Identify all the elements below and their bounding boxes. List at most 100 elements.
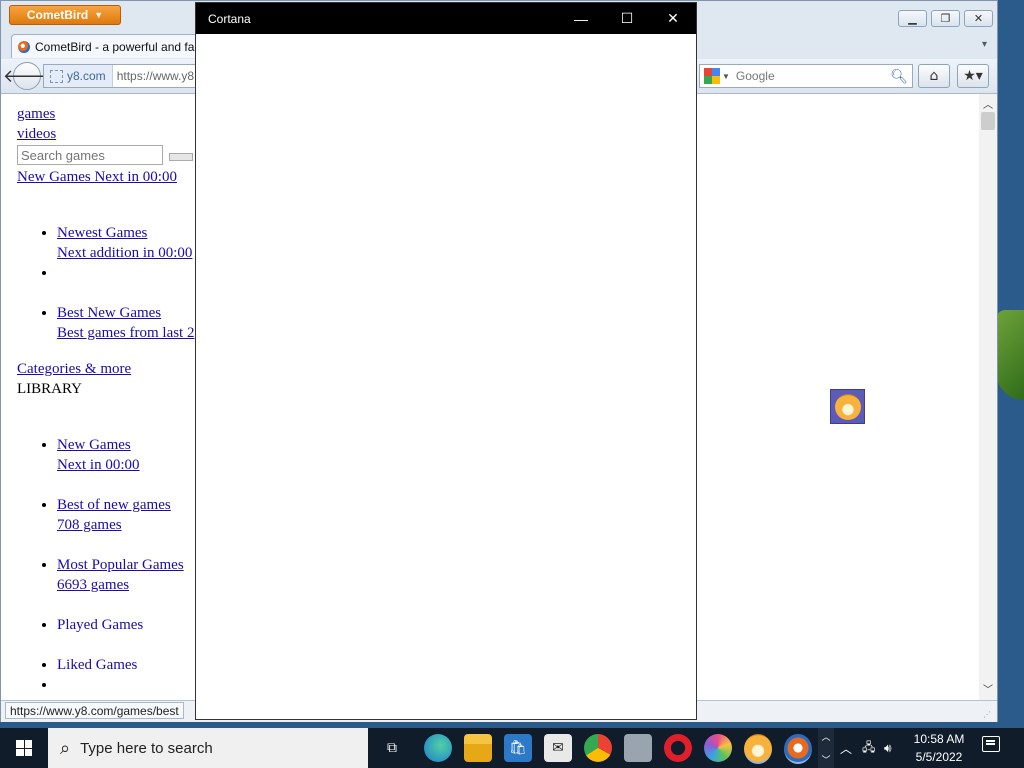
list-item: New Games Next in 00:00 (57, 415, 194, 475)
cortana-window: Cortana — ☐ ✕ (195, 2, 697, 720)
link-categories[interactable]: Categories & more (17, 359, 194, 379)
taskbar-search-box[interactable]: ⌕ Type here to search (48, 728, 368, 768)
link-played-games[interactable]: Played Games (57, 615, 194, 635)
vertical-scrollbar[interactable]: ︿ ﹀ (979, 94, 997, 700)
link-liked-games[interactable]: Liked Games (57, 655, 194, 675)
cortana-titlebar[interactable]: Cortana — ☐ ✕ (196, 3, 696, 34)
cortana-minimize-button[interactable]: — (558, 3, 604, 34)
site-identity-icon (50, 69, 63, 83)
search-bar[interactable]: ▼ Google 🔍︎ (699, 64, 913, 88)
cortana-maximize-button[interactable]: ☐ (604, 3, 650, 34)
opera-icon[interactable] (664, 734, 692, 762)
site-identity-label: y8.com (67, 69, 106, 83)
tab-title: CometBird - a powerful and fa (35, 39, 195, 54)
link-best-new-games-sub[interactable]: Best games from last 2 (57, 323, 194, 343)
photos-app-icon[interactable] (704, 734, 732, 762)
app-installer-icon[interactable] (624, 734, 652, 762)
show-hidden-icons-button[interactable]: ︿ (840, 728, 852, 768)
tab-list-chevron-icon[interactable]: ▾ (982, 39, 987, 50)
file-explorer-icon[interactable] (464, 734, 492, 762)
windows-logo-icon (16, 740, 32, 756)
list-item (57, 675, 194, 695)
status-url: https://www.y8.com/games/best (5, 702, 184, 719)
link-most-popular-games-sub[interactable]: 6693 games (57, 575, 194, 595)
list-item: Best of new games 708 games (57, 475, 194, 535)
bookmarks-button[interactable]: ★▾ (957, 64, 989, 88)
bookmark-star-icon: ★▾ (963, 68, 983, 84)
browser-tab[interactable]: CometBird - a powerful and fa (11, 34, 199, 58)
link-best-new-games[interactable]: Best New Games (57, 303, 194, 323)
search-icon: ⌕ (60, 737, 71, 758)
desktop-wallpaper-leaf (996, 310, 1024, 400)
cometbird-taskbar-icon[interactable] (784, 734, 812, 764)
link-new-games-next[interactable]: New Games Next in 00:00 (17, 167, 194, 187)
list-item: Best New Games Best games from last 2 (57, 283, 194, 343)
minimize-button[interactable]: ▁ (898, 10, 927, 27)
link-most-popular-games[interactable]: Most Popular Games (57, 555, 194, 575)
list-item: Most Popular Games 6693 games (57, 535, 194, 595)
url-text: https://www.y8 (116, 69, 195, 83)
list-item: Newest Games Next addition in 00:00 (57, 203, 194, 263)
clock-time: 10:58 AM (913, 732, 965, 746)
app-menu-button[interactable]: CometBird ▼ (9, 5, 121, 25)
browser-window-controls: ▁ ❐ ✕ (898, 10, 993, 27)
mail-icon[interactable]: ✉ (544, 734, 572, 762)
link-library-new-games[interactable]: New Games (57, 435, 194, 455)
clock[interactable]: 10:58 AM 5/5/2022 (904, 730, 974, 766)
library-list: New Games Next in 00:00 Best of new game… (17, 415, 194, 695)
cortana-title: Cortana (208, 11, 251, 26)
link-newest-games-sub[interactable]: Next addition in 00:00 (57, 243, 194, 263)
list-item: Liked Games (57, 635, 194, 675)
link-newest-games[interactable]: Newest Games (57, 223, 194, 243)
taskbar-scroll-buttons[interactable]: ︿ ﹀ (818, 728, 834, 768)
cometbird-favicon-icon (18, 40, 30, 53)
scroll-down-icon[interactable]: ﹀ (983, 681, 993, 696)
site-search-row (17, 145, 194, 165)
chevron-down-icon[interactable]: ﹀ (821, 753, 830, 766)
scroll-up-icon[interactable]: ︿ (983, 96, 993, 111)
google-icon (704, 68, 720, 84)
action-center-icon[interactable] (982, 736, 1000, 752)
search-engine-placeholder: Google (735, 69, 775, 83)
search-magnifier-icon[interactable]: 🔍︎ (890, 68, 908, 85)
home-icon: ⌂ (929, 68, 939, 84)
clock-date: 5/5/2022 (915, 750, 963, 764)
microsoft-store-icon[interactable]: 🛍︎ (504, 734, 532, 762)
link-best-of-new-games-sub[interactable]: 708 games (57, 515, 194, 535)
taskbar: ⌕ Type here to search ⧉ 🛍︎ ✉ ︿ ﹀ ︿ 🖧 🔊︎ 1… (0, 728, 1024, 768)
edge-icon[interactable] (424, 734, 452, 762)
address-bar[interactable]: y8.com https://www.y8 (43, 64, 203, 88)
chevron-down-icon: ▼ (94, 10, 104, 20)
search-games-button[interactable] (169, 153, 193, 161)
library-heading: LIBRARY (17, 381, 83, 397)
y8-page: games videos New Games Next in 00:00 New… (17, 104, 194, 695)
bitcomet-taskbar-icon[interactable] (744, 734, 772, 764)
site-identity-button[interactable]: y8.com (44, 65, 113, 87)
chevron-up-icon: ︿ (840, 741, 853, 756)
resize-grip-icon[interactable]: ⋰ (983, 710, 991, 719)
app-menu-label: CometBird (26, 8, 89, 22)
bitcomet-desktop-icon[interactable] (830, 389, 865, 424)
back-button[interactable]: 🡐 (3, 62, 51, 90)
link-best-of-new-games[interactable]: Best of new games (57, 495, 194, 515)
link-videos[interactable]: videos (17, 124, 194, 144)
scrollbar-thumb[interactable] (981, 112, 995, 130)
list-item: Played Games (57, 595, 194, 635)
close-button[interactable]: ✕ (964, 10, 993, 27)
list-item (57, 263, 194, 283)
chevron-up-icon[interactable]: ︿ (821, 730, 830, 743)
home-button[interactable]: ⌂ (918, 64, 950, 88)
network-icon[interactable]: 🖧 (862, 728, 875, 768)
link-library-new-games-sub[interactable]: Next in 00:00 (57, 455, 194, 475)
start-button[interactable] (0, 728, 48, 768)
cortana-close-button[interactable]: ✕ (650, 3, 696, 34)
restore-button[interactable]: ❐ (931, 10, 960, 27)
volume-icon[interactable]: 🔊︎ (884, 728, 892, 768)
search-games-input[interactable] (17, 145, 163, 165)
link-games[interactable]: games (17, 104, 194, 124)
taskbar-search-placeholder: Type here to search (80, 739, 213, 757)
games-list: Newest Games Next addition in 00:00 Best… (17, 203, 194, 343)
chrome-icon[interactable] (584, 734, 612, 762)
task-view-icon[interactable]: ⧉ (378, 734, 406, 762)
search-engine-chevron-icon[interactable]: ▼ (722, 72, 730, 81)
